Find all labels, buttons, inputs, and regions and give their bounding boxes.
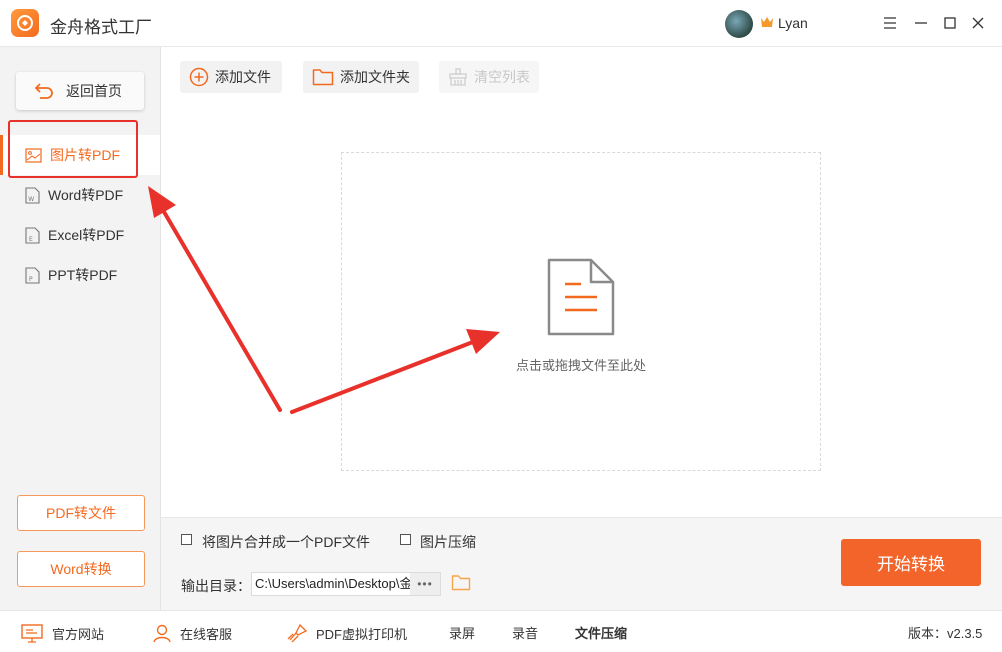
sidebar-item-label: Word转PDF — [48, 187, 124, 203]
clear-list-button[interactable]: 清空列表 — [439, 61, 539, 93]
broom-icon — [449, 68, 467, 86]
official-site-label: 官方网站 — [52, 626, 105, 642]
online-support-label: 在线客服 — [180, 626, 233, 642]
document-icon[interactable] — [545, 256, 617, 341]
word-convert-button[interactable]: Word转换 — [17, 551, 145, 587]
sidebar-item-word-to-pdf[interactable]: W Word转PDF — [0, 175, 160, 215]
monitor-icon — [21, 624, 43, 643]
arrow-to-sidebar-item — [148, 186, 282, 412]
merge-pdf-checkbox[interactable] — [181, 534, 192, 545]
add-file-button[interactable]: 添加文件 — [180, 61, 282, 93]
plus-circle-icon — [189, 67, 209, 87]
output-dir-label: 输出目录： — [181, 578, 251, 594]
sidebar: 返回首页 图片转PDF W Word转PDF E Excel转PDF P PPT… — [0, 47, 161, 610]
status-bar — [0, 610, 1002, 652]
minimize-icon — [915, 22, 927, 24]
folder-icon — [312, 69, 334, 86]
pdf-to-file-button[interactable]: PDF转文件 — [17, 495, 145, 531]
maximize-button[interactable] — [939, 12, 961, 34]
back-arrow-icon — [34, 83, 53, 99]
close-button[interactable] — [967, 12, 989, 34]
avatar[interactable] — [725, 10, 753, 38]
pdf-printer-link[interactable]: PDF虚拟打印机 — [286, 623, 407, 643]
image-compress-checkbox[interactable] — [400, 534, 411, 545]
add-folder-button[interactable]: 添加文件夹 — [303, 61, 419, 93]
annotation-highlight-box — [8, 120, 138, 178]
sidebar-item-label: PPT转PDF — [48, 267, 118, 283]
ppt-doc-icon: P — [25, 266, 40, 284]
excel-doc-icon: E — [25, 226, 40, 244]
app-logo-icon — [11, 9, 39, 37]
app-title: 金舟格式工厂 — [50, 18, 152, 37]
record-screen-link[interactable]: 录屏 — [449, 623, 475, 642]
menu-button[interactable] — [879, 12, 901, 34]
svg-text:W: W — [28, 196, 34, 203]
word-doc-icon: W — [25, 186, 40, 204]
add-folder-label: 添加文件夹 — [340, 69, 410, 85]
back-home-label: 返回首页 — [66, 83, 122, 99]
sidebar-item-excel-to-pdf[interactable]: E Excel转PDF — [0, 215, 160, 255]
close-icon — [972, 17, 984, 29]
file-compress-link[interactable]: 文件压缩 — [575, 623, 627, 642]
back-home-button[interactable]: 返回首页 — [16, 72, 144, 110]
minimize-button[interactable] — [910, 12, 932, 34]
vip-crown-icon — [760, 16, 774, 32]
add-file-label: 添加文件 — [215, 69, 271, 85]
pdf-printer-label: PDF虚拟打印机 — [316, 626, 408, 642]
browse-path-button[interactable]: ••• — [410, 573, 440, 595]
svg-text:P: P — [29, 276, 33, 283]
clear-list-label: 清空列表 — [474, 69, 530, 85]
drop-hint-text: 点击或拖拽文件至此处 — [515, 358, 646, 373]
user-support-icon — [153, 624, 171, 643]
open-folder-icon[interactable] — [451, 574, 471, 594]
sidebar-item-ppt-to-pdf[interactable]: P PPT转PDF — [0, 255, 160, 295]
merge-pdf-label[interactable]: 将图片合并成一个PDF文件 — [202, 532, 370, 552]
start-convert-button[interactable]: 开始转换 — [841, 539, 981, 586]
online-support-link[interactable]: 在线客服 — [152, 623, 232, 643]
image-compress-label[interactable]: 图片压缩 — [420, 532, 476, 552]
hamburger-icon — [884, 17, 896, 29]
sidebar-item-label: Excel转PDF — [48, 227, 125, 243]
brush-icon — [287, 623, 308, 643]
official-site-link[interactable]: 官方网站 — [20, 623, 104, 643]
record-audio-link[interactable]: 录音 — [512, 623, 538, 642]
svg-text:E: E — [29, 236, 33, 243]
user-name[interactable]: Lyan — [778, 15, 808, 31]
maximize-icon — [944, 17, 956, 29]
version-label: 版本：v2.3.5 — [908, 626, 983, 641]
